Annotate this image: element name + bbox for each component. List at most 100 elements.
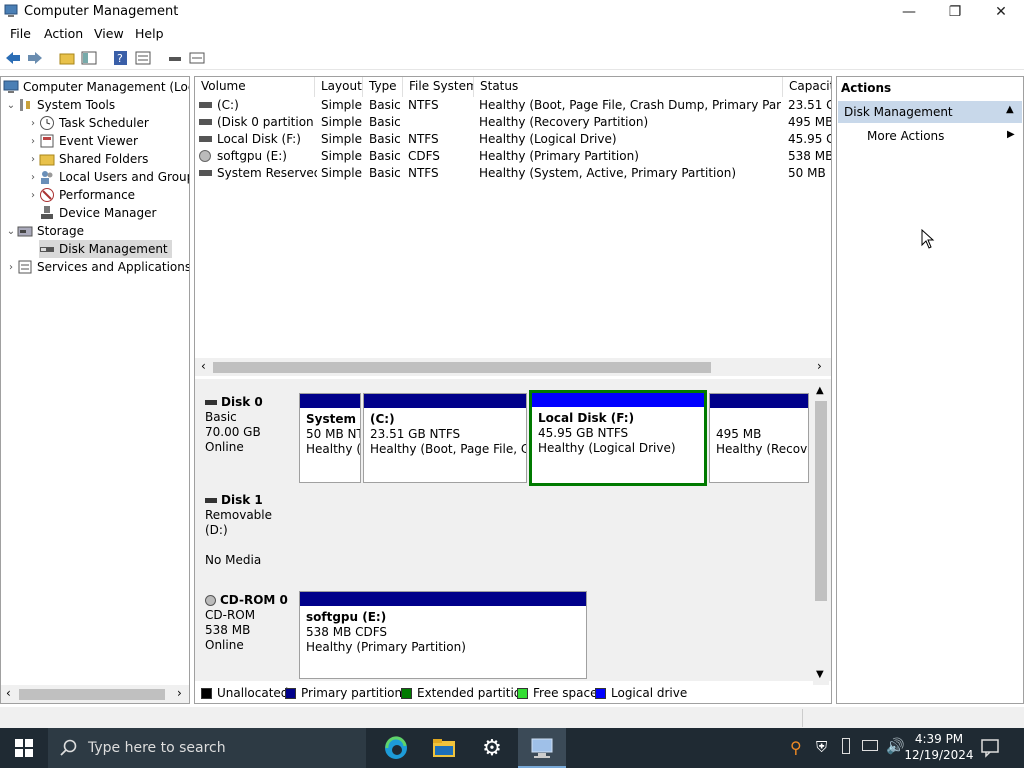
menu-file[interactable]: File [10,26,31,41]
partition-system-reserved[interactable]: System R50 MB NTHealthy ( [299,393,361,483]
tree-item-system-tools[interactable]: ⌄ System Tools [5,96,115,114]
taskbar-settings[interactable]: ⚙ [470,728,514,768]
tree-horizontal-scrollbar[interactable]: ‹ › [1,685,189,703]
scroll-left-icon[interactable]: ‹ [201,359,206,373]
partition-e[interactable]: softgpu (E:) 538 MB CDFS Healthy (Primary … [299,591,587,679]
tree-label-storage: Storage [37,224,84,238]
menu-view[interactable]: View [94,26,124,41]
properties-icon[interactable] [134,49,152,67]
table-row[interactable]: Local Disk (F:) Simple Basic NTFS Health… [195,131,831,148]
partition-recovery[interactable]: 495 MBHealthy (Recover [709,393,809,483]
cell-layout: Simple [321,132,362,146]
cell-type: Basic [369,115,401,129]
forward-arrow-icon[interactable] [26,49,44,67]
partition-c[interactable]: (C:) 23.51 GB NTFS Healthy (Boot, Page Fil… [363,393,527,483]
menu-action[interactable]: Action [44,26,83,41]
start-button[interactable] [0,728,48,768]
close-button[interactable]: ✕ [978,0,1024,24]
tree-item-local-users[interactable]: › Local Users and Groups [27,168,189,186]
taskbar-search-box[interactable]: Type here to search [48,728,366,768]
menu-bar: File Action View Help [0,24,1024,44]
tree-item-performance[interactable]: › Performance [27,186,135,204]
usb-drive-icon[interactable] [842,738,850,754]
tree-item-device-manager[interactable]: Device Manager [39,204,156,222]
scroll-left-icon[interactable]: ‹ [6,686,11,700]
column-header-type[interactable]: Type [363,77,403,97]
chevron-right-icon[interactable]: › [5,262,17,273]
tree-item-services[interactable]: › Services and Applications [5,258,189,276]
more-actions-item[interactable]: More Actions ▶ [867,129,1017,147]
column-header-volume[interactable]: Volume [195,77,315,97]
tree-item-storage[interactable]: ⌄ Storage [5,222,84,240]
table-row[interactable]: (Disk 0 partition 3) Simple Basic Health… [195,114,831,131]
tree-item-shared-folders[interactable]: › Shared Folders [27,150,148,168]
minimize-button[interactable]: — [886,0,932,24]
cdrom-0-label[interactable]: CD-ROM 0 CD-ROM 538 MB Online [197,587,297,681]
partition-status: Healthy (Primary Partition) [306,640,466,654]
scroll-right-icon[interactable]: › [817,359,822,373]
table-row[interactable]: softgpu (E:) Simple Basic CDFS Healthy (… [195,148,831,165]
chevron-down-icon[interactable]: ⌄ [5,100,17,111]
tree-item-root[interactable]: Computer Management (Local [3,78,189,96]
clock[interactable]: 4:39 PM 12/19/2024 [904,731,974,763]
tree-item-task-scheduler[interactable]: › Task Scheduler [27,114,149,132]
scroll-right-icon[interactable]: › [177,686,182,700]
network-icon[interactable] [862,740,878,751]
partition-name: (C:) [370,412,395,426]
connect-icon[interactable] [166,49,184,67]
legend-extended: Extended partition [401,686,529,700]
taskbar-edge[interactable] [374,728,418,768]
up-folder-icon[interactable] [58,49,76,67]
column-header-layout[interactable]: Layout [315,77,363,97]
collapse-up-icon[interactable]: ▲ [1006,104,1014,115]
chevron-right-icon[interactable]: › [27,190,39,201]
tree-item-disk-management[interactable]: Disk Management [39,240,172,258]
table-row[interactable]: System Reserved Simple Basic NTFS Health… [195,165,831,182]
help-icon[interactable]: ? [112,49,130,67]
show-hide-tree-icon[interactable] [80,49,98,67]
back-arrow-icon[interactable] [4,49,22,67]
disk-type: Basic [205,410,237,424]
chevron-right-icon[interactable]: › [27,118,39,129]
column-header-capacity[interactable]: Capacit [783,77,831,97]
taskbar: Type here to search ⚙ ⚲ ⛨ 🔊 4:39 PM 12/1… [0,728,1024,768]
volume-list-horizontal-scrollbar[interactable]: ‹ › [195,358,831,376]
shared-folder-icon [39,151,55,167]
taskbar-computer-management[interactable] [518,728,566,768]
column-header-status[interactable]: Status [474,77,783,97]
scroll-thumb[interactable] [19,689,165,700]
storage-icon [17,223,33,239]
scroll-thumb[interactable] [213,362,711,373]
cell-volume: (Disk 0 partition 3) [217,115,317,129]
actions-section-disk-management[interactable]: Disk Management ▲ [838,101,1022,123]
disk-0-label[interactable]: Disk 0 Basic 70.00 GB Online [197,389,297,481]
chevron-right-icon[interactable]: › [27,172,39,183]
cell-layout: Simple [321,98,362,112]
chevron-right-icon[interactable]: › [27,154,39,165]
drive-icon [199,170,212,176]
column-header-file-system[interactable]: File System [403,77,474,97]
taskbar-file-explorer[interactable] [422,728,466,768]
tree-item-event-viewer[interactable]: › Event Viewer [27,132,138,150]
menu-help[interactable]: Help [135,26,164,41]
disk-view-vertical-scrollbar[interactable]: ▲ ▼ [813,385,829,685]
search-magnifier-tray-icon[interactable]: ⚲ [790,738,802,757]
scroll-down-icon[interactable]: ▼ [816,669,824,680]
partition-status: Healthy (Logical Drive) [538,441,676,455]
table-row[interactable]: (C:) Simple Basic NTFS Healthy (Boot, Pa… [195,97,831,114]
notifications-button[interactable] [980,738,1000,761]
disk-1-label[interactable]: Disk 1 Removable (D:) No Media [197,487,297,583]
scroll-thumb[interactable] [815,401,827,601]
device-manager-icon [39,205,55,221]
legend-label: Free space [533,686,598,700]
shield-icon[interactable]: ⛨ [816,738,827,756]
partition-f[interactable]: Local Disk (F:) 45.95 GB NTFS Healthy (Log… [529,390,707,486]
disk-state: No Media [205,553,262,567]
chevron-down-icon[interactable]: ⌄ [5,226,17,237]
scroll-up-icon[interactable]: ▲ [816,385,824,396]
volume-icon[interactable]: 🔊 [886,737,905,755]
maximize-button[interactable]: ❐ [932,0,978,24]
cell-file-system: NTFS [408,132,439,146]
chevron-right-icon[interactable]: › [27,136,39,147]
settings-list-icon[interactable] [188,49,206,67]
